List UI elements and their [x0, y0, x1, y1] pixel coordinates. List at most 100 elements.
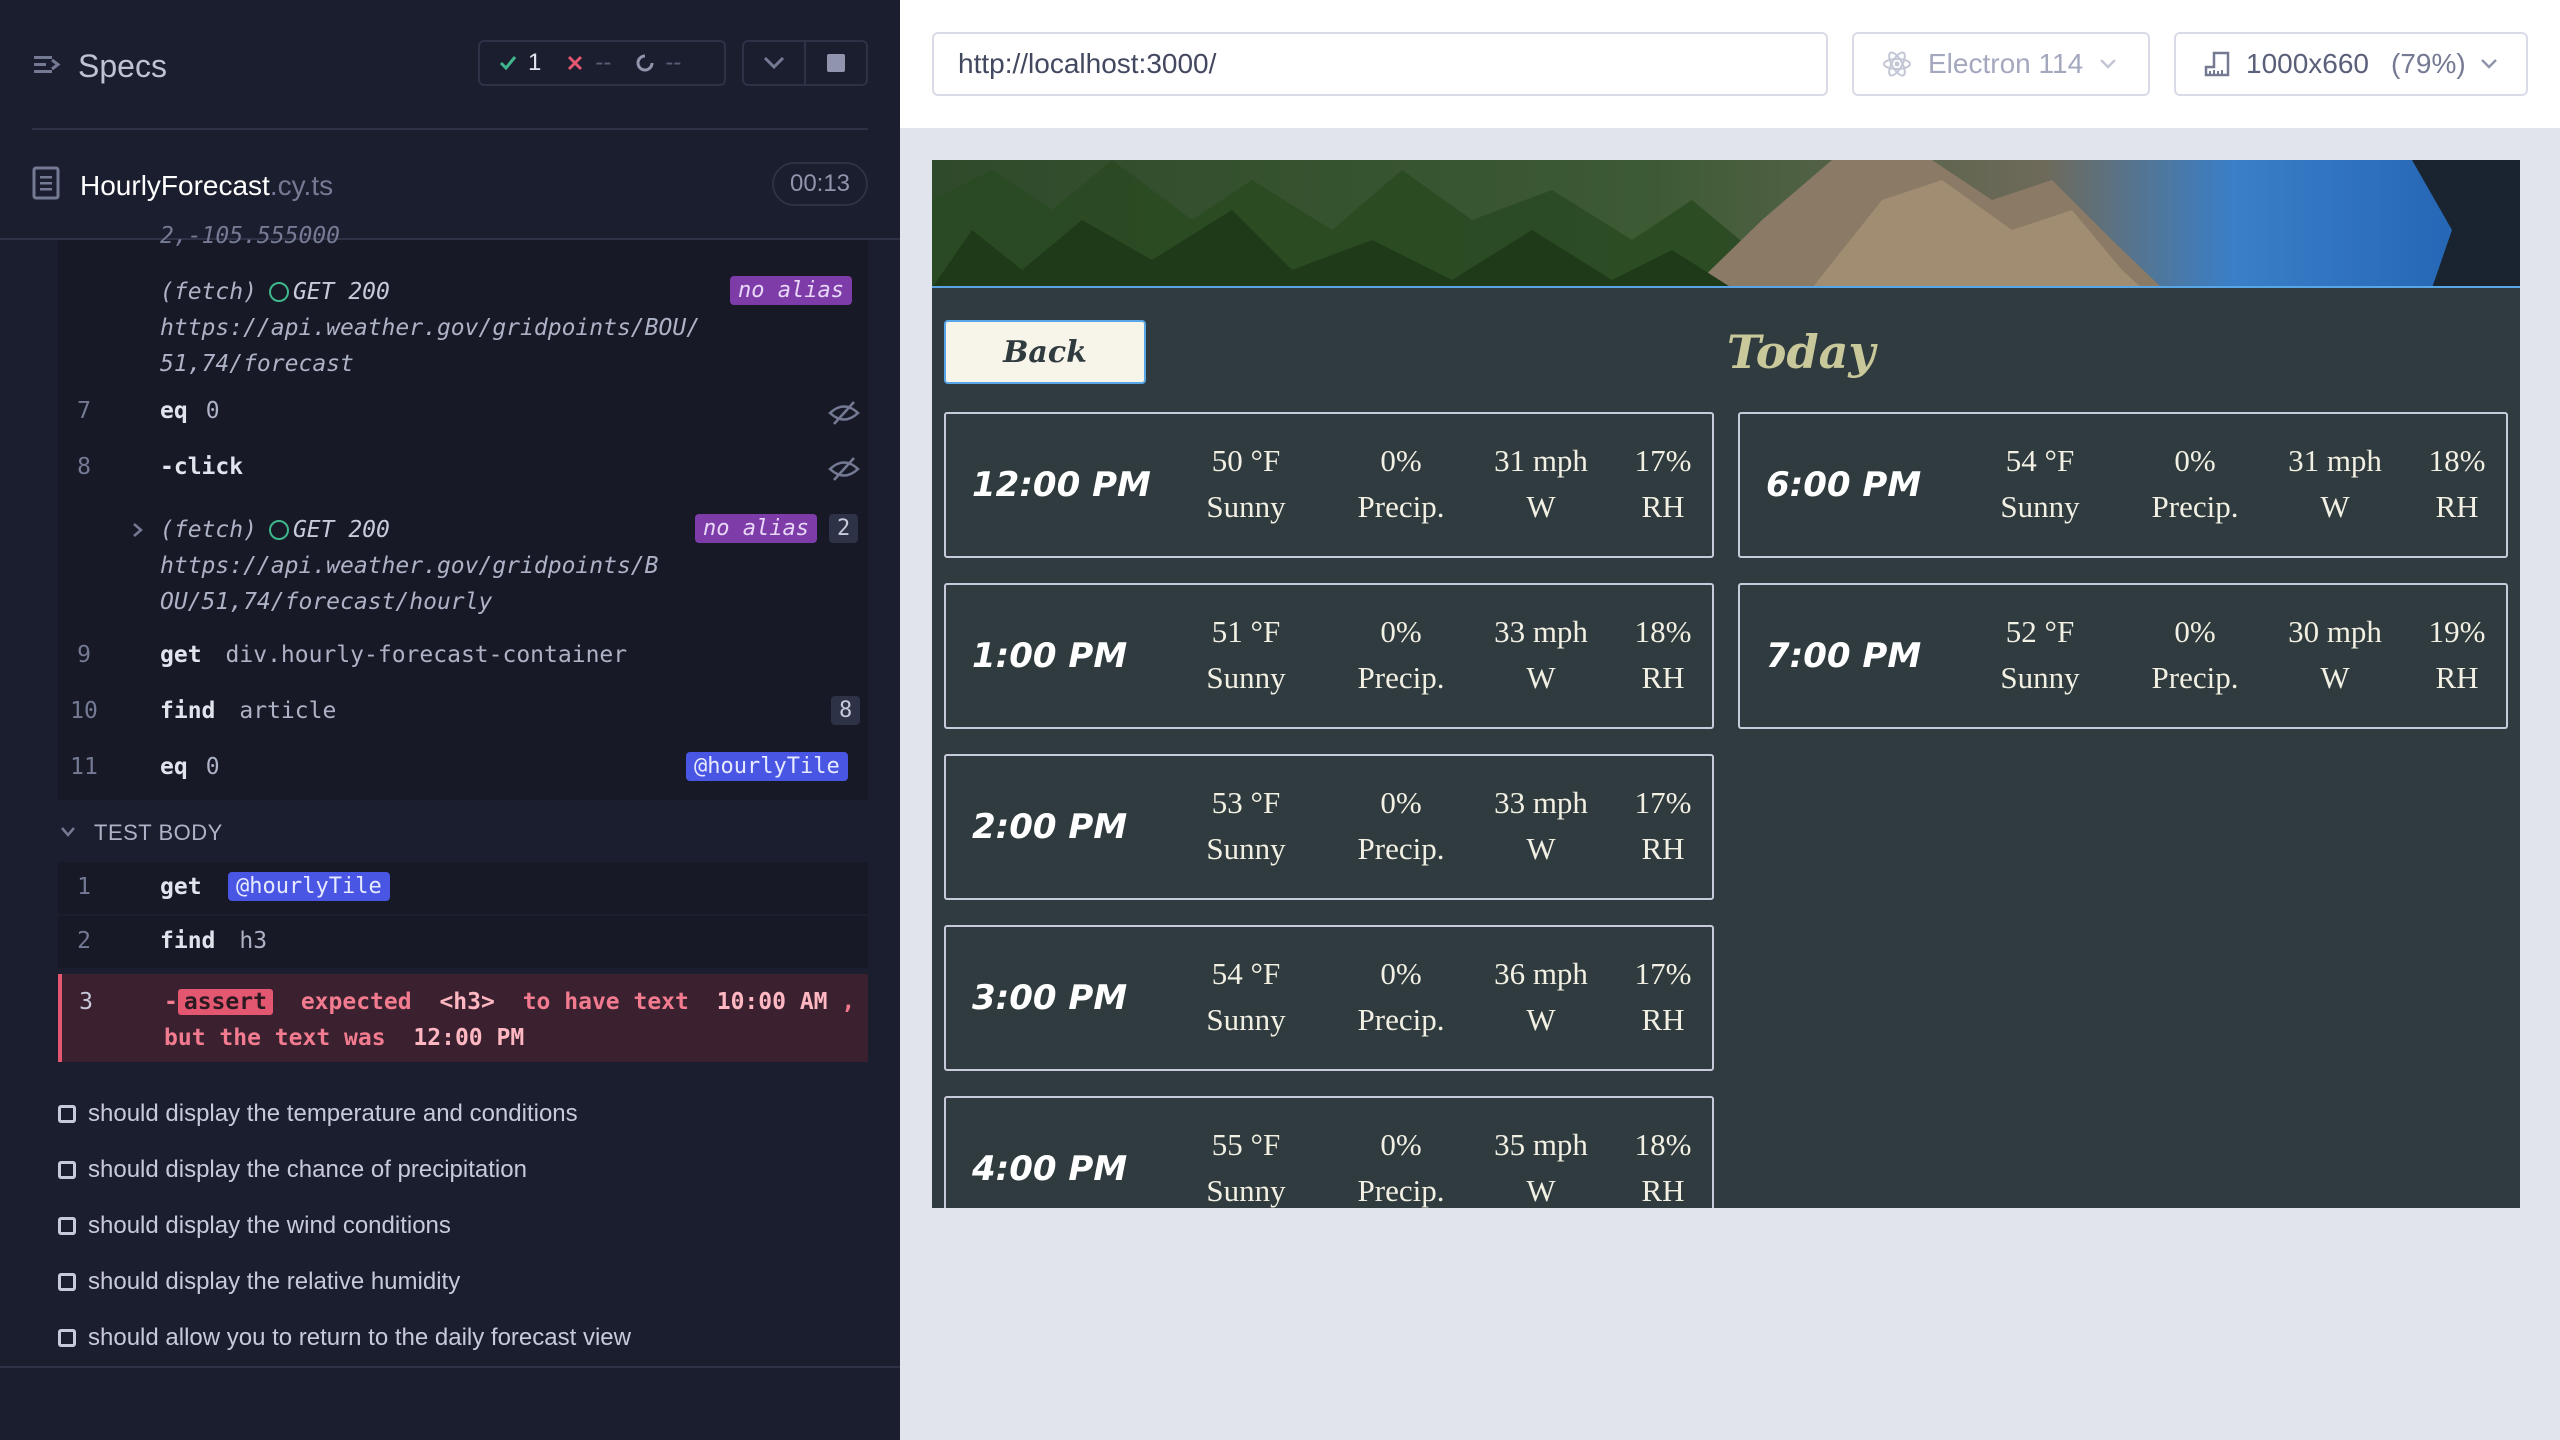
test-body-row-2[interactable]: 2 find h3: [58, 916, 868, 968]
tile-time: 6:00 PM: [1766, 465, 1922, 505]
spec-duration: 00:13: [772, 162, 868, 206]
test-item[interactable]: should display the relative humidity: [58, 1262, 858, 1302]
failed-assertion-row[interactable]: 3 - assert expected <h3> to have text 10:…: [58, 974, 868, 1062]
fetch-2-status: GET 200: [292, 517, 390, 543]
fetch-1-type: (fetch): [160, 279, 257, 305]
hourly-tile[interactable]: 3:00 PM 54 °F Sunny 0% Precip. 36 mph W 17%…: [944, 925, 1714, 1071]
test-body: 1 get @hourlyTile 2 find h3 3 - assert exp…: [58, 862, 868, 1062]
file-icon: [32, 166, 60, 200]
back-button[interactable]: Back: [944, 320, 1146, 384]
cmd-num: 8: [77, 454, 91, 480]
collapse-button[interactable]: [744, 42, 804, 84]
pending-test-icon: [58, 1161, 76, 1179]
check-icon: [499, 56, 517, 71]
no-alias-badge: no alias: [730, 276, 852, 305]
assertion-error-text: - assert expected <h3> to have text 10:00…: [164, 989, 856, 1051]
browser-selector[interactable]: Electron 114: [1852, 32, 2150, 96]
chevron-right-icon[interactable]: [132, 522, 144, 538]
fetch-2-line: (fetch) GET 200: [160, 512, 390, 548]
pending-test-icon: [58, 1273, 76, 1291]
test-item[interactable]: should allow you to return to the daily …: [58, 1318, 858, 1358]
cmd-name: find h3: [160, 928, 268, 954]
failed-count: --: [595, 49, 612, 76]
chevron-down-icon: [2100, 59, 2117, 69]
tile-precipitation: 0% Precip.: [2151, 443, 2239, 524]
test-body-row-1[interactable]: 1 get @hourlyTile: [58, 862, 868, 914]
hourly-tile[interactable]: 6:00 PM 54 °F Sunny 0% Precip. 31 mph W 18%…: [1738, 412, 2508, 558]
tile-humidity: 19% RH: [2428, 614, 2486, 695]
test-item[interactable]: should display the chance of precipitati…: [58, 1150, 858, 1190]
fetch-1-url-2: 51,74/forecast: [160, 351, 354, 377]
hourly-tile[interactable]: 1:00 PM 51 °F Sunny 0% Precip. 33 mph W 18%…: [944, 583, 1714, 729]
stop-button[interactable]: [804, 42, 866, 84]
specs-list-icon[interactable]: [32, 50, 62, 80]
tile-precipitation: 0% Precip.: [1357, 785, 1445, 866]
pending-stat: --: [635, 49, 681, 77]
tile-time: 7:00 PM: [1766, 636, 1922, 676]
tile-wind: 36 mph W: [1494, 956, 1588, 1037]
cmd-num: 7: [77, 398, 91, 424]
spec-file-name[interactable]: HourlyForecast.cy.ts: [80, 170, 333, 202]
hourly-tile[interactable]: 4:00 PM 55 °F Sunny 0% Precip. 35 mph W 18%…: [944, 1096, 1714, 1208]
cmd-num: 2: [77, 928, 91, 954]
tile-time: 4:00 PM: [972, 1149, 1128, 1189]
chevron-down-icon[interactable]: [60, 826, 76, 838]
tile-temperature: 53 °F Sunny: [1206, 785, 1286, 866]
test-title: should display the relative humidity: [88, 1268, 461, 1295]
pending-count: --: [665, 49, 682, 76]
viewport-scale: (79%): [2391, 48, 2466, 79]
url-bar[interactable]: http://localhost:3000/: [932, 32, 1828, 96]
eye-slash-icon: [828, 401, 860, 425]
tile-temperature: 52 °F Sunny: [2000, 614, 2080, 695]
test-title: should allow you to return to the daily …: [88, 1324, 631, 1351]
status-circle-icon: [268, 282, 289, 302]
tile-wind: 33 mph W: [1494, 614, 1588, 695]
run-controls: [742, 40, 868, 86]
chevron-down-icon: [763, 56, 785, 70]
cmd-num: 3: [79, 989, 93, 1015]
tile-temperature: 51 °F Sunny: [1206, 614, 1286, 695]
hourly-tile[interactable]: 7:00 PM 52 °F Sunny 0% Precip. 30 mph W 19%…: [1738, 583, 2508, 729]
aut-toolbar: http://localhost:3000/ Electron 114 1000…: [900, 0, 2560, 128]
passed-count: 1: [528, 49, 542, 76]
test-body-header[interactable]: TEST BODY: [94, 820, 223, 846]
fetch-1-line: (fetch) GET 200: [160, 274, 390, 310]
tile-time: 12:00 PM: [972, 465, 1151, 505]
cmd-num: 11: [70, 754, 98, 780]
tile-time: 1:00 PM: [972, 636, 1128, 676]
element-count-badge: 8: [831, 696, 861, 725]
test-stats: 1 -- --: [478, 40, 726, 86]
pending-test-icon: [58, 1217, 76, 1235]
cmd-name: find article: [160, 698, 337, 724]
tile-temperature: 54 °F Sunny: [1206, 956, 1286, 1037]
tile-humidity: 18% RH: [1634, 1127, 1692, 1208]
tile-precipitation: 0% Precip.: [1357, 956, 1445, 1037]
cmd-name: -click: [160, 454, 244, 480]
cmd-name: eq 0: [160, 398, 220, 424]
cmd-num: 9: [77, 642, 91, 668]
test-title: should display the chance of precipitati…: [88, 1156, 527, 1183]
tile-wind: 33 mph W: [1494, 785, 1588, 866]
viewport-selector[interactable]: 1000x660 (79%): [2174, 32, 2528, 96]
hourly-tile[interactable]: 12:00 PM 50 °F Sunny 0% Precip. 31 mph W 17…: [944, 412, 1714, 558]
tile-humidity: 17% RH: [1634, 785, 1692, 866]
chevron-down-icon: [2480, 59, 2497, 69]
tile-time: 3:00 PM: [972, 978, 1128, 1018]
test-item[interactable]: should display the temperature and condi…: [58, 1094, 858, 1134]
failed-stat: --: [565, 49, 611, 77]
tile-time: 2:00 PM: [972, 807, 1128, 847]
no-alias-badge: no alias: [695, 514, 817, 543]
fetch-2-type: (fetch): [160, 517, 257, 543]
specs-title[interactable]: Specs: [78, 48, 167, 85]
hourly-tile[interactable]: 2:00 PM 53 °F Sunny 0% Precip. 33 mph W 17%…: [944, 754, 1714, 900]
electron-icon: [1883, 51, 1911, 77]
command-log: 2,-105.555000 (fetch) GET 200 https://api…: [58, 223, 868, 800]
tile-temperature: 54 °F Sunny: [2000, 443, 2080, 524]
test-title: should display the wind conditions: [88, 1212, 451, 1239]
hero-landscape-image: [932, 160, 2520, 288]
test-item[interactable]: should display the wind conditions: [58, 1206, 858, 1246]
spec-name: HourlyForecast: [80, 170, 270, 201]
header-divider: [32, 128, 868, 130]
pending-icon: [636, 54, 654, 72]
weather-app: Today Back 12:00 PM 50 °F Sunny 0% Precip.…: [932, 160, 2520, 1208]
